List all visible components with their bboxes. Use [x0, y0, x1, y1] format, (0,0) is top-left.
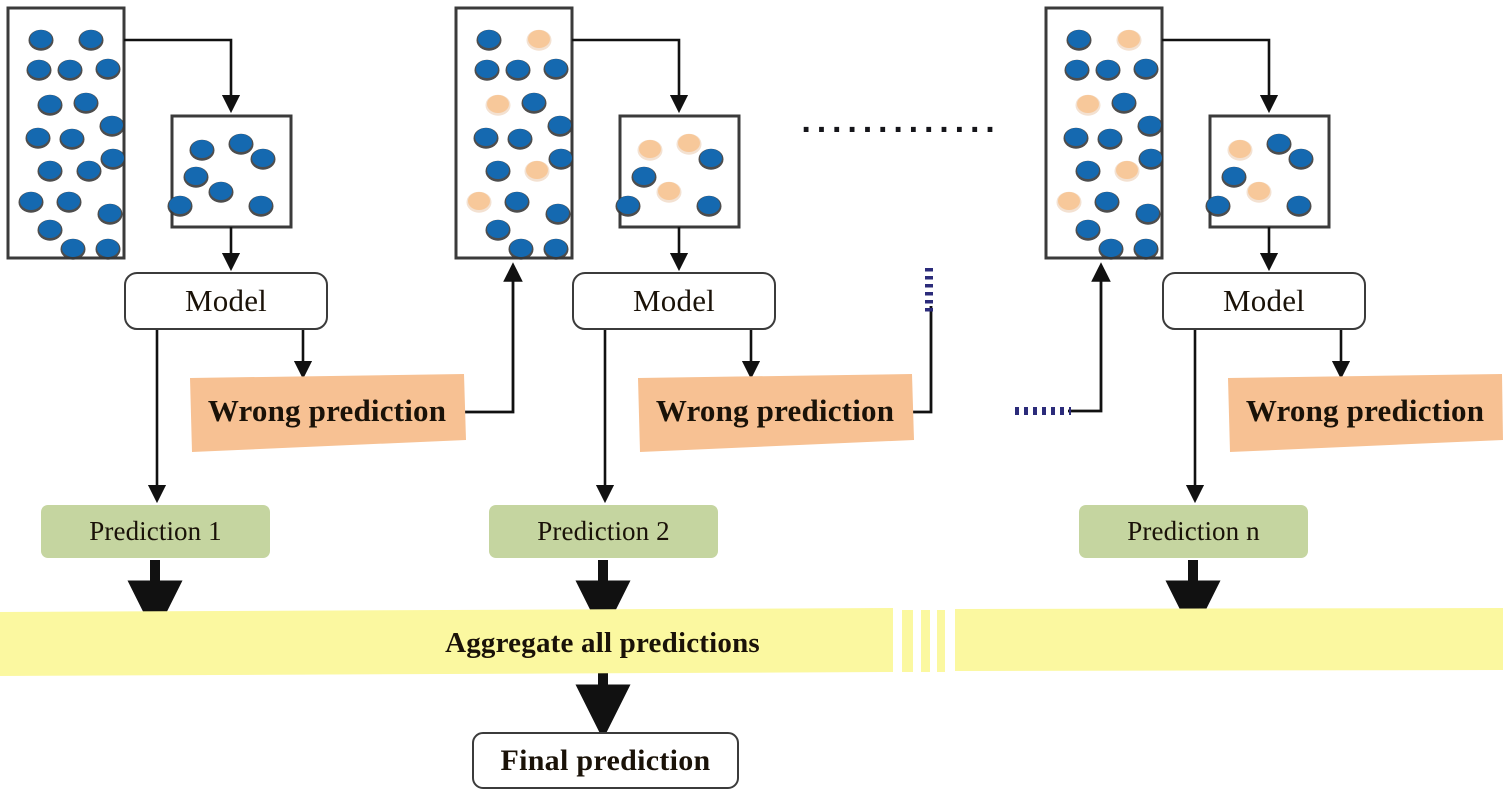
- stage-1-prediction-label: Prediction 1: [89, 516, 222, 546]
- stage-1-wrong-text: Wrong prediction: [207, 393, 447, 428]
- stage-n-dataset-to-sample-arrow: [1162, 38, 1279, 114]
- stages-horizontal-ellipsis-text: ·············: [801, 110, 1001, 149]
- stage-1-sample-box: [170, 114, 293, 229]
- stage-n-feedback-horizontal-ellipsis: [1015, 407, 1071, 415]
- final-prediction-box[interactable]: Final prediction: [472, 732, 739, 789]
- stage-2-model-label: Model: [633, 283, 715, 318]
- stage-1-model-label: Model: [185, 283, 267, 318]
- diagram-canvas: Model Wrong prediction Prediction 1 Mode…: [0, 0, 1503, 795]
- stage-2-feedback-vertical-ellipsis: [925, 268, 933, 312]
- stage-2-prediction-label: Prediction 2: [537, 516, 670, 546]
- stage-2-wrong-text: Wrong prediction: [655, 393, 895, 428]
- stage-2-prediction-box[interactable]: Prediction 2: [489, 505, 718, 558]
- stage-n-prediction-label: Prediction n: [1127, 516, 1260, 546]
- final-prediction-label: Final prediction: [500, 743, 711, 777]
- stage-1-wrong-prediction-label: Wrong prediction: [190, 378, 464, 444]
- stage-n-dataset-box: [1044, 6, 1164, 260]
- stage-2-dataset-to-sample-arrow: [572, 38, 689, 114]
- stage-2-dataset-box: [454, 6, 574, 260]
- stage-n-sample-box: [1208, 114, 1331, 229]
- stage-1-dataset-box: [6, 6, 126, 260]
- stage-n-model-label: Model: [1223, 283, 1305, 318]
- stage-n-feedback-into-dataset-arrow: [1068, 262, 1111, 413]
- stage-n-model-box[interactable]: Model: [1162, 272, 1366, 330]
- stage-2-sample-box: [618, 114, 741, 229]
- stage-n-wrong-text: Wrong prediction: [1245, 393, 1485, 428]
- stage-1-model-box[interactable]: Model: [124, 272, 328, 330]
- stage-n-prediction-box[interactable]: Prediction n: [1079, 505, 1308, 558]
- stage-1-dataset-to-sample-arrow: [124, 38, 241, 114]
- stage-2-model-box[interactable]: Model: [572, 272, 776, 330]
- stage-2-wrong-prediction-label: Wrong prediction: [638, 378, 912, 444]
- stage-n-wrong-prediction-label: Wrong prediction: [1228, 378, 1502, 444]
- aggregate-predictions-label: Aggregate all predictions: [0, 612, 1205, 674]
- stages-horizontal-ellipsis: ·············: [801, 111, 996, 149]
- aggregate-text: Aggregate all predictions: [445, 626, 760, 659]
- stage-1-prediction-box[interactable]: Prediction 1: [41, 505, 270, 558]
